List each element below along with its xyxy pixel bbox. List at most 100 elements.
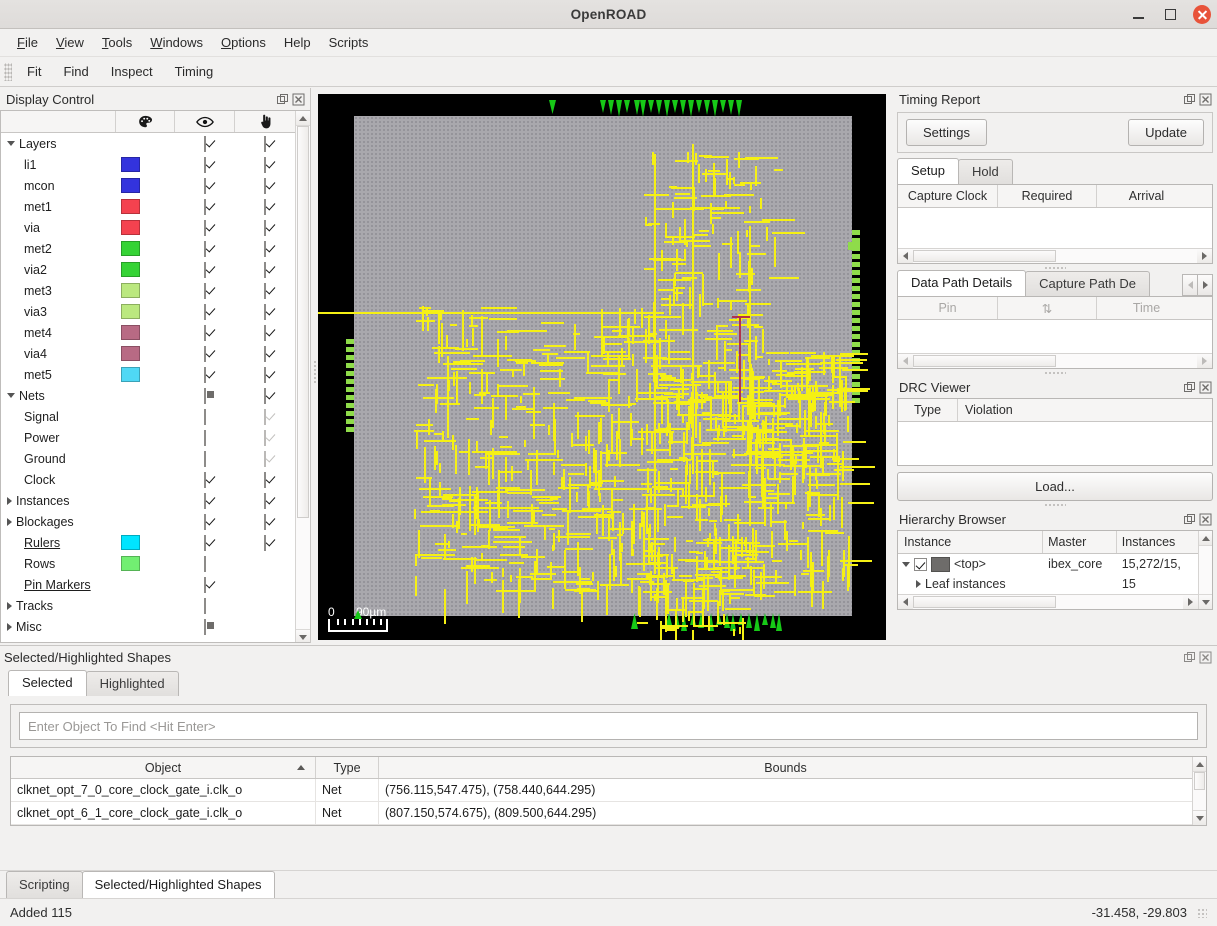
checkbox[interactable] <box>204 261 207 278</box>
display-control-visible-cell[interactable] <box>175 366 235 383</box>
display-control-row[interactable]: met1 <box>1 196 295 217</box>
menu-scripts[interactable]: Scripts <box>320 32 378 53</box>
display-control-row[interactable]: Blockages <box>1 511 295 532</box>
display-control-color-cell[interactable] <box>116 220 176 235</box>
tab-capture-path-details[interactable]: Capture Path De <box>1025 271 1151 296</box>
display-control-visible-cell[interactable] <box>175 261 235 278</box>
display-control-visible-cell[interactable] <box>175 576 235 593</box>
column-instances[interactable]: Instances <box>1117 531 1198 553</box>
display-control-row[interactable]: Nets <box>1 385 295 406</box>
selectable-checkbox[interactable] <box>264 387 267 404</box>
display-control-row[interactable]: Ground <box>1 448 295 469</box>
display-control-color-cell[interactable] <box>116 556 176 571</box>
selectable-checkbox[interactable] <box>264 198 267 215</box>
display-control-tree[interactable]: Layers li1 mcon met1 via met2 via2 met3 via3 met4… <box>1 111 295 642</box>
tab-setup[interactable]: Setup <box>897 158 959 184</box>
display-control-scrollbar[interactable] <box>295 111 310 642</box>
display-control-selectable-cell[interactable] <box>235 135 295 152</box>
column-pin[interactable]: Pin <box>898 297 998 319</box>
visibility-checkbox[interactable] <box>204 198 207 215</box>
toolbar-fit-button[interactable]: Fit <box>16 60 52 83</box>
checkbox[interactable] <box>264 492 267 509</box>
checkbox[interactable] <box>204 576 207 593</box>
visibility-checkbox[interactable] <box>204 345 207 362</box>
chevron-right-icon[interactable] <box>916 580 921 588</box>
toolbar-inspect-button[interactable]: Inspect <box>100 60 164 83</box>
checkbox[interactable] <box>204 429 207 446</box>
hscroll-thumb[interactable] <box>913 596 1056 608</box>
shapes-dock-float-button[interactable] <box>1183 651 1196 664</box>
checkbox[interactable] <box>264 282 267 299</box>
display-control-selectable-cell[interactable] <box>235 345 295 362</box>
menu-tools[interactable]: Tools <box>93 32 141 53</box>
drc-table[interactable]: Type Violation <box>897 398 1213 466</box>
column-violation[interactable]: Violation <box>958 399 1196 421</box>
checkbox[interactable] <box>264 408 267 425</box>
scroll-up-button[interactable] <box>1199 531 1212 546</box>
display-control-visible-cell[interactable] <box>175 450 235 467</box>
chevron-right-icon[interactable] <box>7 622 12 631</box>
display-control-visible-cell[interactable] <box>175 156 235 173</box>
close-button[interactable] <box>1193 5 1211 24</box>
checkbox[interactable] <box>264 261 267 278</box>
scroll-track[interactable] <box>296 126 310 629</box>
display-control-visible-cell[interactable] <box>175 513 235 530</box>
display-control-selectable-cell[interactable] <box>235 450 295 467</box>
visibility-checkbox[interactable] <box>204 408 207 425</box>
display-control-selectable-cell[interactable] <box>235 219 295 236</box>
visibility-checkbox[interactable] <box>204 492 207 509</box>
color-swatch[interactable] <box>120 262 140 277</box>
hscroll-right-button[interactable] <box>1197 354 1212 368</box>
chevron-down-icon[interactable] <box>7 393 15 398</box>
checkbox[interactable] <box>204 408 207 425</box>
checkbox[interactable] <box>264 303 267 320</box>
scroll-track[interactable] <box>1193 772 1206 810</box>
drc-viewer-float-button[interactable] <box>1183 381 1196 394</box>
visibility-checkbox[interactable] <box>204 282 207 299</box>
display-control-selectable-cell[interactable] <box>235 429 295 446</box>
scroll-track[interactable] <box>1199 546 1212 594</box>
scroll-up-button[interactable] <box>1193 757 1206 772</box>
checkbox[interactable] <box>264 177 267 194</box>
color-swatch[interactable] <box>120 220 140 235</box>
checkbox[interactable] <box>204 597 207 614</box>
selectable-checkbox[interactable] <box>264 450 267 467</box>
menu-options[interactable]: Options <box>212 32 275 53</box>
checkbox[interactable] <box>264 513 267 530</box>
hscroll-thumb[interactable] <box>913 355 1056 367</box>
visibility-checkbox[interactable] <box>204 555 207 572</box>
checkbox[interactable] <box>204 345 207 362</box>
menu-file[interactable]: File <box>8 32 47 53</box>
display-control-color-cell[interactable] <box>116 241 176 256</box>
display-control-row[interactable]: via3 <box>1 301 295 322</box>
checkbox[interactable] <box>264 240 267 257</box>
selectable-checkbox[interactable] <box>264 177 267 194</box>
display-control-color-cell[interactable] <box>116 178 176 193</box>
checkbox[interactable] <box>264 345 267 362</box>
menu-windows[interactable]: Windows <box>141 32 212 53</box>
column-required[interactable]: Required <box>998 185 1097 207</box>
tab-selected-highlighted-shapes[interactable]: Selected/Highlighted Shapes <box>81 871 275 898</box>
display-control-visible-cell[interactable] <box>175 198 235 215</box>
tab-data-path-details[interactable]: Data Path Details <box>897 270 1027 296</box>
visibility-checkbox[interactable] <box>204 261 207 278</box>
display-control-selectable-cell[interactable] <box>235 534 295 551</box>
color-swatch[interactable] <box>120 325 140 340</box>
selectable-checkbox[interactable] <box>264 408 267 425</box>
selectable-checkbox[interactable] <box>264 345 267 362</box>
column-time[interactable]: Time <box>1097 297 1196 319</box>
checkbox[interactable] <box>204 156 207 173</box>
visibility-checkbox[interactable] <box>204 597 207 614</box>
color-swatch[interactable] <box>120 535 140 550</box>
display-control-row[interactable]: Tracks <box>1 595 295 616</box>
visibility-checkbox[interactable] <box>204 513 207 530</box>
checkbox[interactable] <box>204 450 207 467</box>
menu-view[interactable]: View <box>47 32 93 53</box>
scroll-thumb[interactable] <box>1194 772 1205 790</box>
display-control-row[interactable]: met3 <box>1 280 295 301</box>
tab-scroll-right-button[interactable] <box>1197 274 1213 296</box>
resize-grip[interactable] <box>1197 907 1207 918</box>
display-control-visible-cell[interactable] <box>175 408 235 425</box>
hierarchy-checkbox[interactable] <box>914 557 927 571</box>
display-control-row[interactable]: Layers <box>1 133 295 154</box>
